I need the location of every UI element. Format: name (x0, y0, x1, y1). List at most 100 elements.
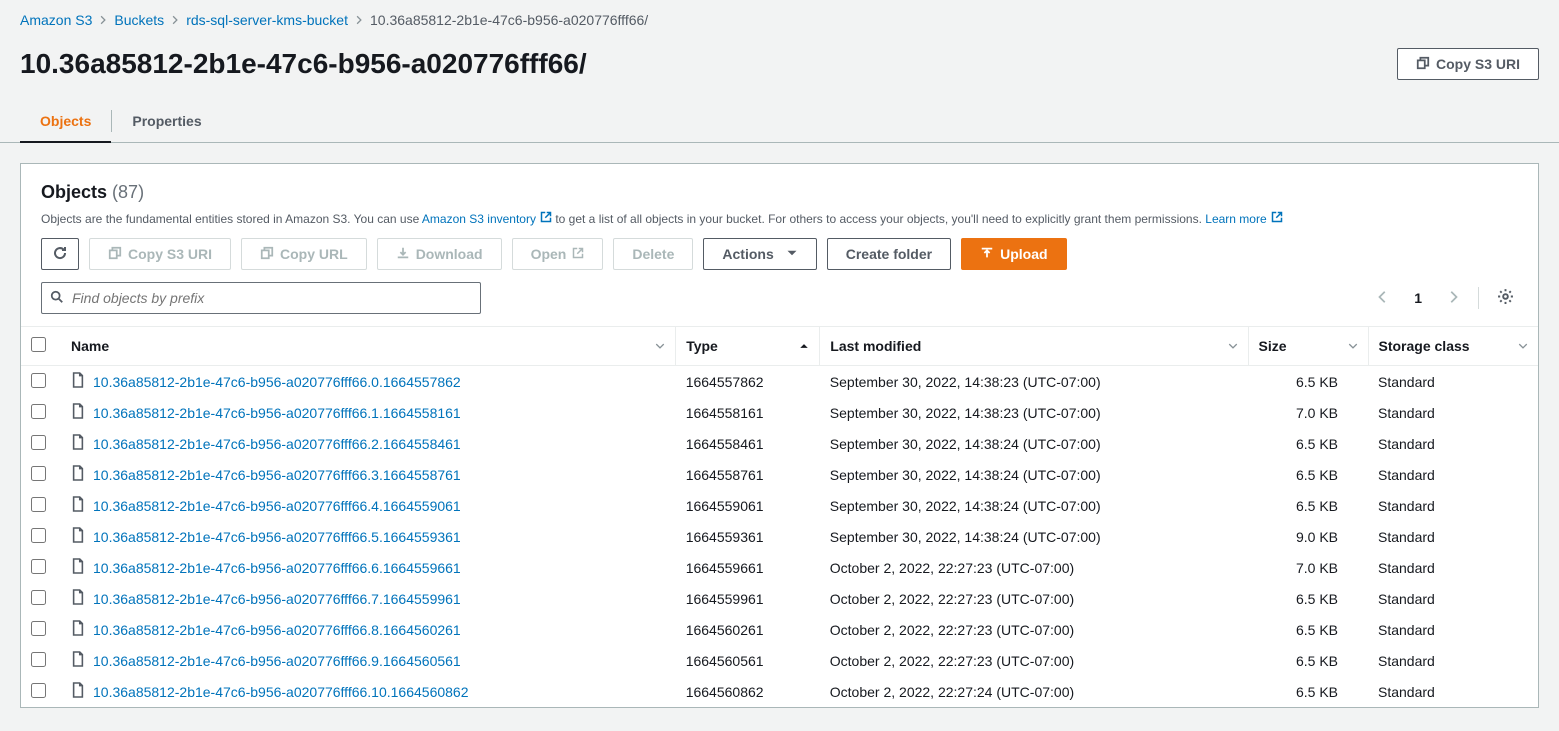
file-icon (71, 620, 85, 639)
cell-size: 6.5 KB (1248, 583, 1368, 614)
breadcrumb-current: 10.36a85812-2b1e-47c6-b956-a020776fff66/ (370, 12, 648, 28)
row-checkbox[interactable] (31, 435, 46, 450)
external-link-icon (540, 211, 552, 226)
search-box[interactable] (41, 282, 481, 314)
open-button[interactable]: Open (512, 238, 604, 270)
object-link[interactable]: 10.36a85812-2b1e-47c6-b956-a020776fff66.… (93, 436, 461, 452)
cell-class: Standard (1368, 459, 1538, 490)
column-type[interactable]: Type (676, 327, 820, 366)
row-checkbox[interactable] (31, 559, 46, 574)
actions-dropdown[interactable]: Actions (703, 238, 816, 270)
object-link[interactable]: 10.36a85812-2b1e-47c6-b956-a020776fff66.… (93, 591, 461, 607)
row-checkbox[interactable] (31, 590, 46, 605)
pagination: 1 (1372, 284, 1518, 312)
object-link[interactable]: 10.36a85812-2b1e-47c6-b956-a020776fff66.… (93, 467, 461, 483)
sort-icon (1228, 338, 1238, 354)
copy-url-button[interactable]: Copy URL (241, 238, 367, 270)
open-label: Open (531, 246, 567, 262)
next-page-button[interactable] (1442, 286, 1464, 311)
file-icon (71, 403, 85, 422)
breadcrumb-buckets[interactable]: Buckets (114, 12, 164, 28)
panel-description: Objects are the fundamental entities sto… (41, 211, 1518, 226)
delete-button[interactable]: Delete (613, 238, 693, 270)
learn-more-link[interactable]: Learn more (1205, 212, 1282, 226)
column-name[interactable]: Name (61, 327, 676, 366)
column-storage-class[interactable]: Storage class (1368, 327, 1538, 366)
row-checkbox[interactable] (31, 497, 46, 512)
chevron-right-icon (98, 12, 108, 28)
objects-table: Name Type Last modified Size Storage cla… (21, 326, 1538, 707)
download-button[interactable]: Download (377, 238, 502, 270)
cell-size: 7.0 KB (1248, 397, 1368, 428)
file-icon (71, 527, 85, 546)
cell-modified: September 30, 2022, 14:38:24 (UTC-07:00) (820, 459, 1248, 490)
chevron-down-icon (786, 246, 798, 262)
row-checkbox[interactable] (31, 373, 46, 388)
breadcrumb-service[interactable]: Amazon S3 (20, 12, 92, 28)
cell-modified: September 30, 2022, 14:38:23 (UTC-07:00) (820, 366, 1248, 398)
settings-button[interactable] (1493, 284, 1518, 312)
object-link[interactable]: 10.36a85812-2b1e-47c6-b956-a020776fff66.… (93, 405, 461, 421)
breadcrumb-bucket[interactable]: rds-sql-server-kms-bucket (186, 12, 348, 28)
actions-label: Actions (722, 246, 773, 262)
table-row: 10.36a85812-2b1e-47c6-b956-a020776fff66.… (21, 521, 1538, 552)
table-row: 10.36a85812-2b1e-47c6-b956-a020776fff66.… (21, 583, 1538, 614)
cell-class: Standard (1368, 645, 1538, 676)
column-size[interactable]: Size (1248, 327, 1368, 366)
chevron-right-icon (354, 12, 364, 28)
row-checkbox[interactable] (31, 404, 46, 419)
tab-objects[interactable]: Objects (20, 101, 111, 143)
object-link[interactable]: 10.36a85812-2b1e-47c6-b956-a020776fff66.… (93, 529, 461, 545)
sort-icon (655, 338, 665, 354)
cell-modified: September 30, 2022, 14:38:23 (UTC-07:00) (820, 397, 1248, 428)
upload-button[interactable]: Upload (961, 238, 1066, 270)
cell-modified: October 2, 2022, 22:27:23 (UTC-07:00) (820, 645, 1248, 676)
row-checkbox[interactable] (31, 466, 46, 481)
page-title: 10.36a85812-2b1e-47c6-b956-a020776fff66/ (20, 48, 587, 80)
refresh-button[interactable] (41, 238, 79, 270)
object-link[interactable]: 10.36a85812-2b1e-47c6-b956-a020776fff66.… (93, 622, 461, 638)
object-link[interactable]: 10.36a85812-2b1e-47c6-b956-a020776fff66.… (93, 374, 461, 390)
objects-panel: Objects (87) Objects are the fundamental… (20, 163, 1539, 708)
object-link[interactable]: 10.36a85812-2b1e-47c6-b956-a020776fff66.… (93, 498, 461, 514)
inventory-link[interactable]: Amazon S3 inventory (422, 212, 552, 226)
prev-page-button[interactable] (1372, 286, 1394, 311)
copy-s3-uri-header-button[interactable]: Copy S3 URI (1397, 48, 1539, 80)
row-checkbox[interactable] (31, 621, 46, 636)
tab-properties[interactable]: Properties (132, 101, 201, 143)
file-icon (71, 465, 85, 484)
object-link[interactable]: 10.36a85812-2b1e-47c6-b956-a020776fff66.… (93, 653, 461, 669)
file-icon (71, 372, 85, 391)
download-icon (396, 246, 410, 263)
cell-type: 1664558461 (676, 428, 820, 459)
cell-type: 1664559061 (676, 490, 820, 521)
object-link[interactable]: 10.36a85812-2b1e-47c6-b956-a020776fff66.… (93, 684, 469, 700)
toolbar: Copy S3 URI Copy URL Download Open Delet… (21, 226, 1538, 282)
page-number: 1 (1408, 286, 1428, 310)
cell-class: Standard (1368, 397, 1538, 428)
create-folder-button[interactable]: Create folder (827, 238, 951, 270)
object-link[interactable]: 10.36a85812-2b1e-47c6-b956-a020776fff66.… (93, 560, 461, 576)
row-checkbox[interactable] (31, 528, 46, 543)
search-input[interactable] (64, 286, 472, 310)
cell-class: Standard (1368, 521, 1538, 552)
row-checkbox[interactable] (31, 652, 46, 667)
select-all-checkbox[interactable] (31, 337, 46, 352)
cell-class: Standard (1368, 552, 1538, 583)
cell-class: Standard (1368, 676, 1538, 707)
sort-icon (1518, 338, 1528, 354)
cell-type: 1664559661 (676, 552, 820, 583)
download-label: Download (416, 246, 483, 262)
panel-title: Objects (41, 182, 107, 202)
cell-size: 6.5 KB (1248, 428, 1368, 459)
table-row: 10.36a85812-2b1e-47c6-b956-a020776fff66.… (21, 428, 1538, 459)
row-checkbox[interactable] (31, 683, 46, 698)
copy-icon (1416, 56, 1430, 73)
chevron-right-icon (170, 12, 180, 28)
table-row: 10.36a85812-2b1e-47c6-b956-a020776fff66.… (21, 676, 1538, 707)
copy-s3-uri-button[interactable]: Copy S3 URI (89, 238, 231, 270)
column-last-modified[interactable]: Last modified (820, 327, 1248, 366)
refresh-icon (52, 245, 68, 264)
cell-type: 1664558761 (676, 459, 820, 490)
cell-type: 1664560862 (676, 676, 820, 707)
